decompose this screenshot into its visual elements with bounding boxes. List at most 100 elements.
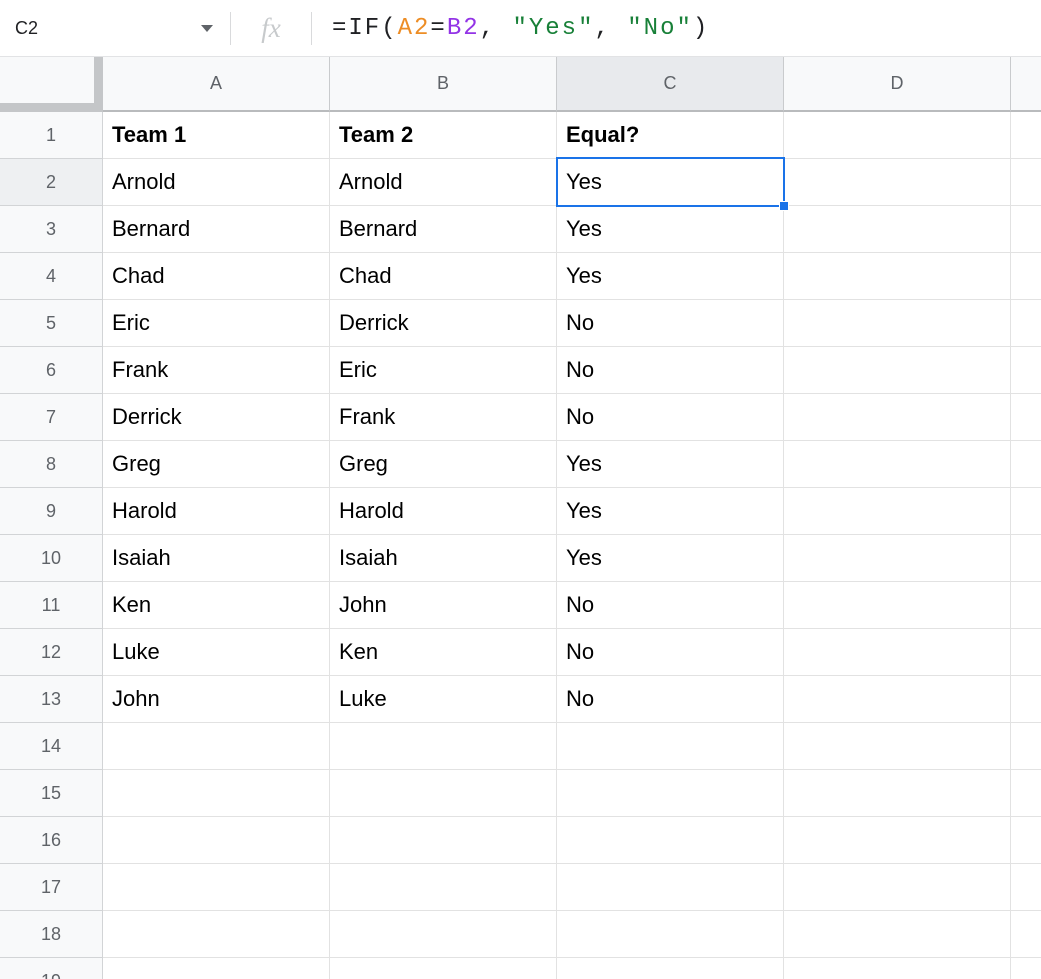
cell-E4[interactable] — [1011, 253, 1041, 300]
cell-B8[interactable]: Greg — [330, 441, 557, 488]
row-header-9[interactable]: 9 — [0, 488, 103, 535]
row-header-12[interactable]: 12 — [0, 629, 103, 676]
cell-C3[interactable]: Yes — [557, 206, 784, 253]
cell-C8[interactable]: Yes — [557, 441, 784, 488]
cell-A1[interactable]: Team 1 — [103, 112, 330, 159]
cell-D17[interactable] — [784, 864, 1011, 911]
cell-B19[interactable] — [330, 958, 557, 979]
cell-B2[interactable]: Arnold — [330, 159, 557, 206]
cell-C15[interactable] — [557, 770, 784, 817]
cell-D4[interactable] — [784, 253, 1011, 300]
cell-A6[interactable]: Frank — [103, 347, 330, 394]
cell-D10[interactable] — [784, 535, 1011, 582]
cell-E2[interactable] — [1011, 159, 1041, 206]
cell-B14[interactable] — [330, 723, 557, 770]
cell-A14[interactable] — [103, 723, 330, 770]
cell-E1[interactable] — [1011, 112, 1041, 159]
select-all-corner[interactable] — [0, 57, 103, 112]
cell-D12[interactable] — [784, 629, 1011, 676]
cell-D8[interactable] — [784, 441, 1011, 488]
cell-C19[interactable] — [557, 958, 784, 979]
column-header-A[interactable]: A — [103, 57, 330, 112]
cell-B3[interactable]: Bernard — [330, 206, 557, 253]
cell-E18[interactable] — [1011, 911, 1041, 958]
cell-B12[interactable]: Ken — [330, 629, 557, 676]
cell-B9[interactable]: Harold — [330, 488, 557, 535]
row-header-17[interactable]: 17 — [0, 864, 103, 911]
cell-A5[interactable]: Eric — [103, 300, 330, 347]
cell-C7[interactable]: No — [557, 394, 784, 441]
row-header-3[interactable]: 3 — [0, 206, 103, 253]
cell-E8[interactable] — [1011, 441, 1041, 488]
row-header-2[interactable]: 2 — [0, 159, 103, 206]
cell-C17[interactable] — [557, 864, 784, 911]
cell-D18[interactable] — [784, 911, 1011, 958]
row-header-18[interactable]: 18 — [0, 911, 103, 958]
column-header-partial[interactable] — [1011, 57, 1041, 112]
cell-C6[interactable]: No — [557, 347, 784, 394]
cell-D7[interactable] — [784, 394, 1011, 441]
column-header-C[interactable]: C — [557, 57, 784, 112]
cell-E17[interactable] — [1011, 864, 1041, 911]
cell-B15[interactable] — [330, 770, 557, 817]
row-header-4[interactable]: 4 — [0, 253, 103, 300]
row-header-1[interactable]: 1 — [0, 112, 103, 159]
cell-D3[interactable] — [784, 206, 1011, 253]
cell-A19[interactable] — [103, 958, 330, 979]
cell-E13[interactable] — [1011, 676, 1041, 723]
cell-A3[interactable]: Bernard — [103, 206, 330, 253]
cell-C10[interactable]: Yes — [557, 535, 784, 582]
cell-B10[interactable]: Isaiah — [330, 535, 557, 582]
cell-C9[interactable]: Yes — [557, 488, 784, 535]
cell-E11[interactable] — [1011, 582, 1041, 629]
cell-E19[interactable] — [1011, 958, 1041, 979]
cell-E15[interactable] — [1011, 770, 1041, 817]
cell-B17[interactable] — [330, 864, 557, 911]
row-header-11[interactable]: 11 — [0, 582, 103, 629]
fill-handle[interactable] — [779, 201, 789, 211]
cell-B4[interactable]: Chad — [330, 253, 557, 300]
cell-A8[interactable]: Greg — [103, 441, 330, 488]
cell-A10[interactable]: Isaiah — [103, 535, 330, 582]
cell-A9[interactable]: Harold — [103, 488, 330, 535]
cell-D14[interactable] — [784, 723, 1011, 770]
cell-B16[interactable] — [330, 817, 557, 864]
cell-A18[interactable] — [103, 911, 330, 958]
cell-B1[interactable]: Team 2 — [330, 112, 557, 159]
cell-D9[interactable] — [784, 488, 1011, 535]
cell-C4[interactable]: Yes — [557, 253, 784, 300]
cell-C16[interactable] — [557, 817, 784, 864]
column-header-B[interactable]: B — [330, 57, 557, 112]
row-header-13[interactable]: 13 — [0, 676, 103, 723]
cell-C1[interactable]: Equal? — [557, 112, 784, 159]
row-header-10[interactable]: 10 — [0, 535, 103, 582]
cell-E12[interactable] — [1011, 629, 1041, 676]
cell-E5[interactable] — [1011, 300, 1041, 347]
formula-input[interactable]: =IF(A2=B2, "Yes", "No") — [312, 15, 1041, 42]
cell-C13[interactable]: No — [557, 676, 784, 723]
row-header-16[interactable]: 16 — [0, 817, 103, 864]
cell-B13[interactable]: Luke — [330, 676, 557, 723]
cell-C18[interactable] — [557, 911, 784, 958]
cell-D6[interactable] — [784, 347, 1011, 394]
cell-E9[interactable] — [1011, 488, 1041, 535]
row-header-14[interactable]: 14 — [0, 723, 103, 770]
cell-A15[interactable] — [103, 770, 330, 817]
cell-A16[interactable] — [103, 817, 330, 864]
cell-B18[interactable] — [330, 911, 557, 958]
row-header-8[interactable]: 8 — [0, 441, 103, 488]
cell-E3[interactable] — [1011, 206, 1041, 253]
cell-D11[interactable] — [784, 582, 1011, 629]
cell-C12[interactable]: No — [557, 629, 784, 676]
row-header-5[interactable]: 5 — [0, 300, 103, 347]
cell-D1[interactable] — [784, 112, 1011, 159]
cell-B11[interactable]: John — [330, 582, 557, 629]
chevron-down-icon[interactable] — [201, 25, 213, 32]
row-header-19[interactable]: 19 — [0, 958, 103, 979]
cell-A17[interactable] — [103, 864, 330, 911]
cell-A12[interactable]: Luke — [103, 629, 330, 676]
cell-B5[interactable]: Derrick — [330, 300, 557, 347]
cell-D13[interactable] — [784, 676, 1011, 723]
cell-A4[interactable]: Chad — [103, 253, 330, 300]
cell-D16[interactable] — [784, 817, 1011, 864]
